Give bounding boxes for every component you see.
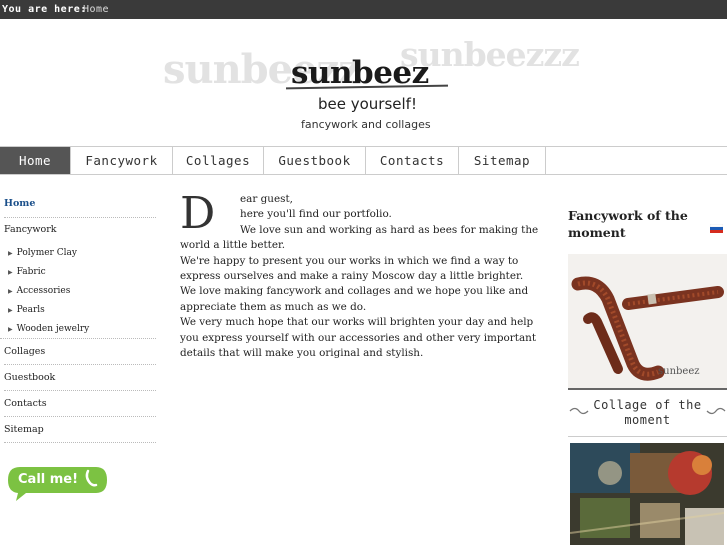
nav-guestbook[interactable]: Guestbook [264, 147, 366, 174]
sidebar-subitem-accessories[interactable]: ▶ Accessories [8, 286, 70, 296]
sidebar-subitem-label: Fabric [16, 267, 46, 277]
triangle-right-icon: ▶ [8, 269, 13, 276]
content-line: We love sun and working as hard as bees … [180, 223, 539, 252]
nav-collages[interactable]: Collages [173, 147, 264, 174]
sidebar-subitem-polymer-clay[interactable]: ▶ Polymer Clay [8, 248, 77, 258]
sidebar-subitem-label: Accessories [16, 286, 71, 296]
sidebar-item-sitemap[interactable]: Sitemap [4, 424, 156, 443]
content-line: We very much hope that our works will br… [180, 316, 537, 360]
swirl-ornament-icon [706, 407, 726, 415]
content-line: here you'll find our portfolio. [240, 208, 392, 221]
nav-fancywork[interactable]: Fancywork [71, 147, 173, 174]
beaded-bracelet-picture: sunbeez [568, 254, 727, 388]
call-me-label: Call me! [18, 472, 79, 487]
collage-image[interactable] [570, 443, 724, 545]
site-tagline: bee yourself! [318, 95, 417, 113]
nav-contacts[interactable]: Contacts [366, 147, 459, 174]
sidebar-item-fancywork[interactable]: Fancywork [4, 224, 156, 243]
triangle-right-icon: ▶ [8, 307, 13, 314]
sidebar-subitem-pearls[interactable]: ▶ Pearls [8, 305, 45, 315]
sidebar-divider [0, 338, 156, 340]
top-bar: You are here: Home [0, 0, 727, 19]
fancywork-image[interactable]: sunbeez [568, 254, 727, 390]
collage-divider [568, 436, 727, 437]
nav-sitemap[interactable]: Sitemap [459, 147, 546, 174]
main-nav: Home Fancywork Collages Guestbook Contac… [0, 146, 727, 175]
breadcrumb-current[interactable]: Home [83, 0, 109, 19]
sidebar-item-home[interactable]: Home [4, 198, 156, 218]
sidebar-subitem-fabric[interactable]: ▶ Fabric [8, 267, 46, 277]
collage-picture [570, 443, 724, 545]
content-line: We love making fancywork and collages an… [180, 285, 529, 313]
nav-home[interactable]: Home [0, 147, 71, 174]
fancywork-of-moment-title: Fancywork of the moment [568, 208, 688, 240]
call-me-button[interactable]: Call me! [6, 465, 109, 503]
site-subtagline: fancywork and collages [301, 118, 431, 131]
sidebar-item-contacts[interactable]: Contacts [4, 398, 156, 417]
sidebar-subitem-label: Pearls [16, 305, 45, 315]
greeting-line: ear guest, [240, 193, 293, 205]
breadcrumb-label: You are here: [2, 4, 87, 15]
sidebar-subitem-label: Wooden jewelry [16, 324, 90, 334]
sidebar-subitem-label: Polymer Clay [16, 248, 77, 258]
fancywork-caption: sunbeez [658, 366, 700, 377]
sidebar-item-guestbook[interactable]: Guestbook [4, 372, 156, 391]
triangle-right-icon: ▶ [8, 288, 13, 295]
collage-of-moment-title: Collage of the moment [593, 398, 702, 427]
sidebar-subitem-wooden-jewelry[interactable]: ▶ Wooden jewelry [8, 324, 89, 334]
sidebar-item-collages[interactable]: Collages [4, 346, 156, 365]
content-line: We're happy to present you our works in … [180, 254, 524, 283]
site-header: sunbeezz sunbeezzz sunbeez bee yourself!… [0, 19, 727, 146]
triangle-right-icon: ▶ [8, 326, 13, 333]
russian-flag-icon[interactable] [710, 224, 723, 233]
main-content: ear guest, here you'll find our portfoli… [180, 192, 540, 361]
triangle-right-icon: ▶ [8, 250, 13, 257]
